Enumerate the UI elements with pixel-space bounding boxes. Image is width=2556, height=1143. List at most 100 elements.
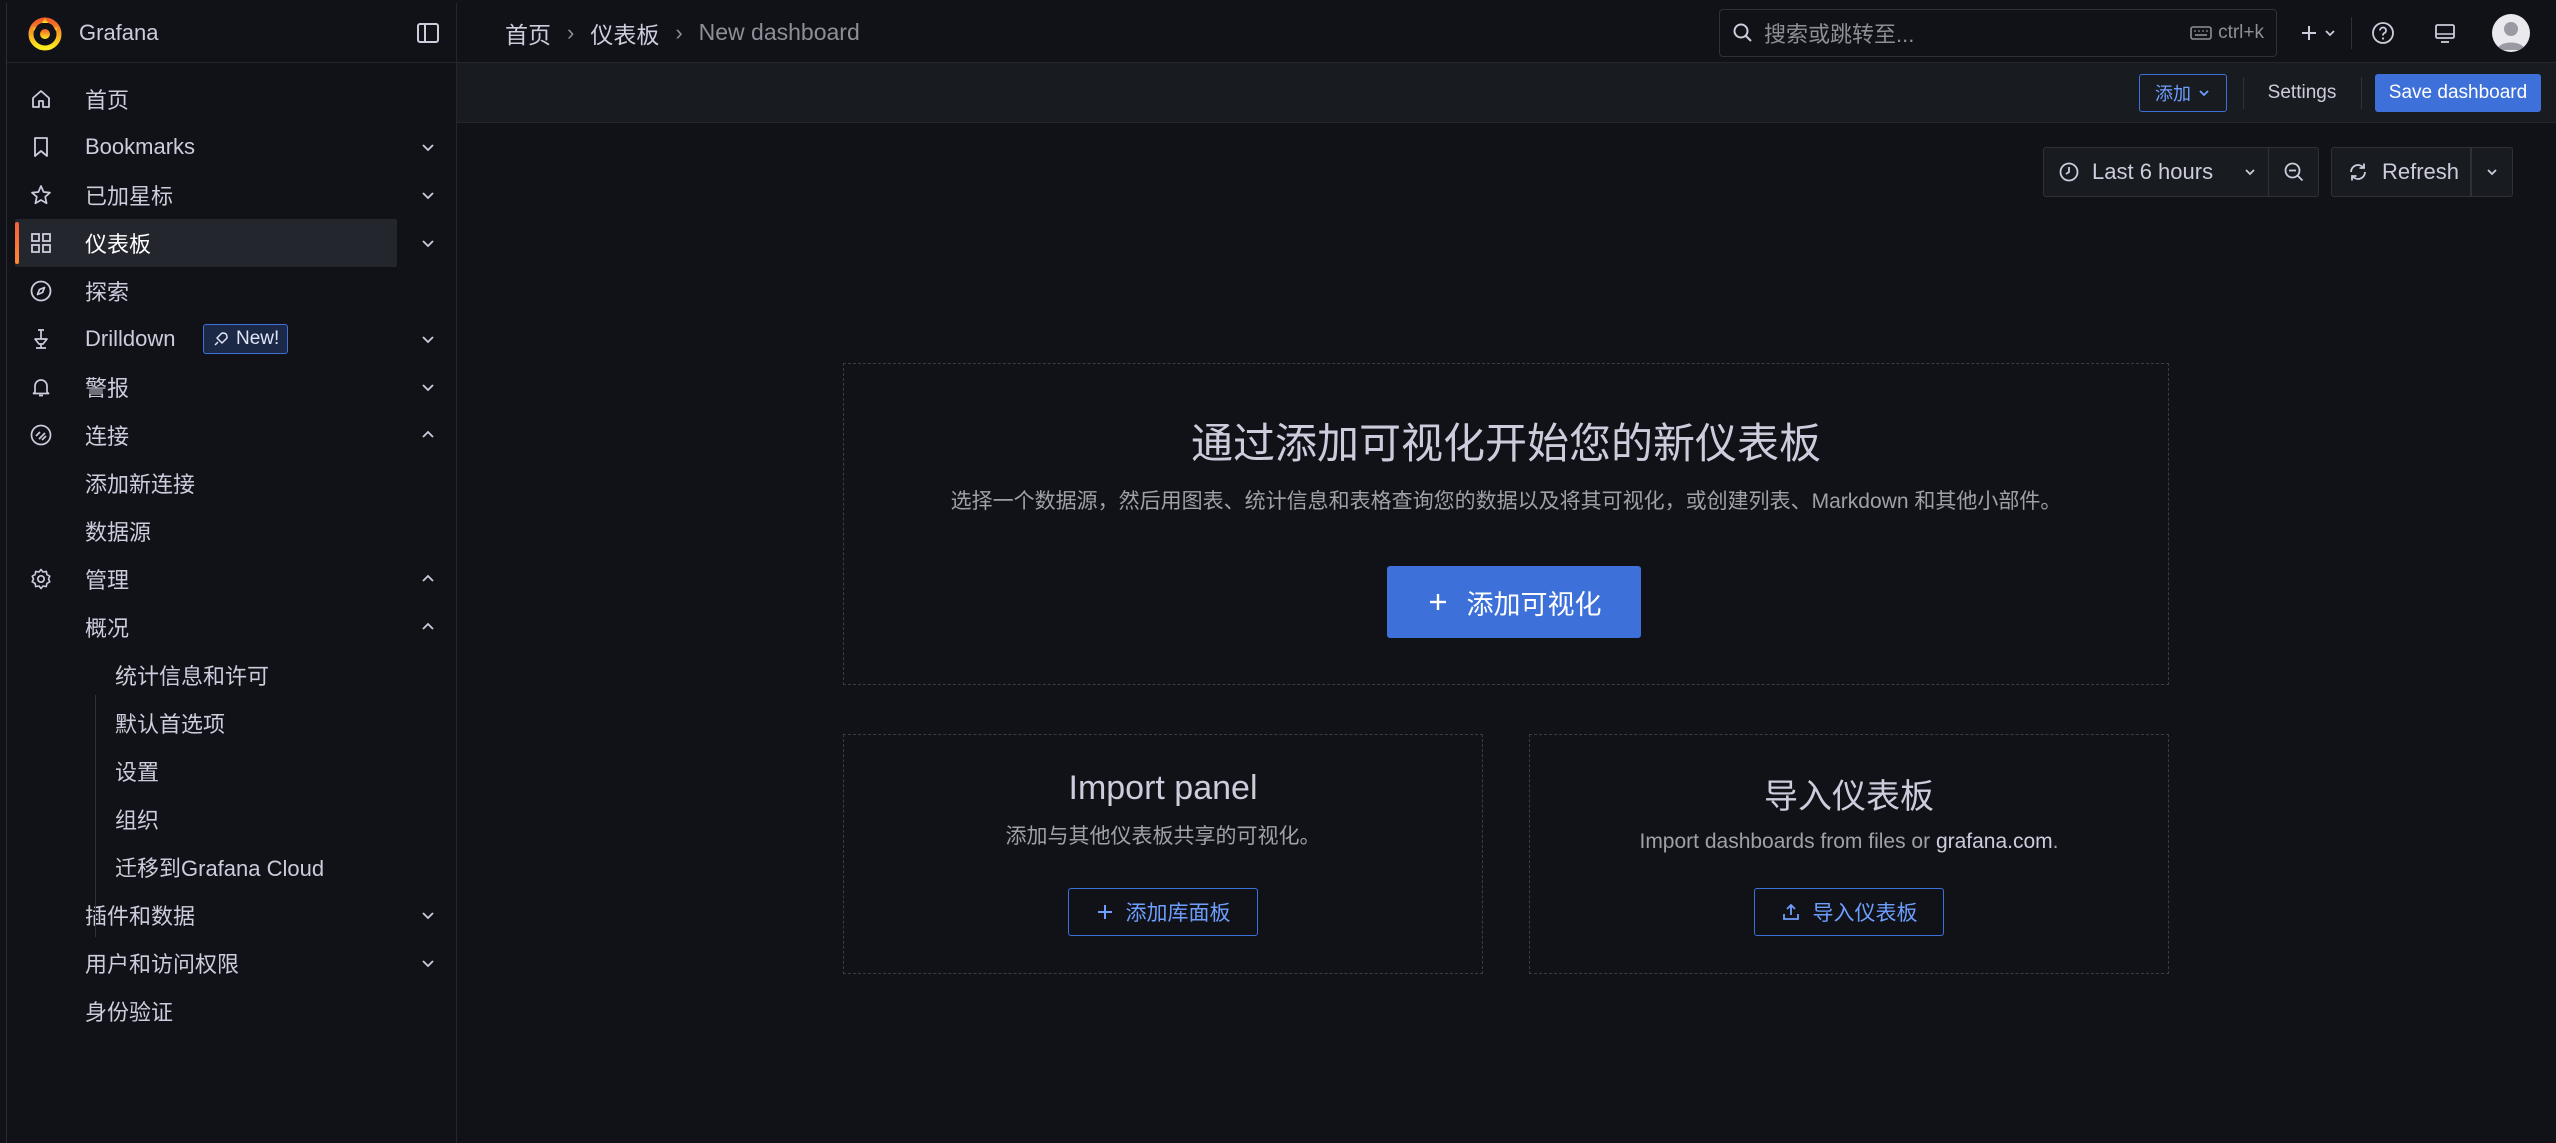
gear-icon xyxy=(31,568,51,590)
breadcrumb-home[interactable]: 首页 xyxy=(505,16,551,50)
sidebar-item-administration[interactable]: 管理 xyxy=(7,555,456,603)
sidebar-item-home[interactable]: 首页 xyxy=(7,75,456,123)
import-panel-description: 添加与其他仪表板共享的可视化。 xyxy=(1005,825,1321,848)
search-input[interactable]: 搜索或跳转至... ctrl+k xyxy=(1719,9,2277,57)
sidebar-item-organizations[interactable]: 组织 xyxy=(7,795,456,843)
sidebar-item-add-new-connection[interactable]: 添加新连接 xyxy=(7,459,456,507)
sidebar-item-default-preferences[interactable]: 默认首选项 xyxy=(7,699,456,747)
add-visualization-button[interactable]: 添加可视化 xyxy=(1387,566,1641,638)
chevron-down-icon xyxy=(2487,169,2497,176)
top-bar: Grafana 首页 › 仪表板 › New dashboard 搜索或跳转至.… xyxy=(7,2,2556,63)
grafana-logo-icon[interactable] xyxy=(27,15,63,51)
breadcrumb-separator: › xyxy=(567,19,575,45)
breadcrumb-dashboards[interactable]: 仪表板 xyxy=(590,16,659,50)
sidebar-item-migrate-to-cloud[interactable]: 迁移到Grafana Cloud xyxy=(7,843,456,891)
breadcrumb-current: New dashboard xyxy=(698,19,860,45)
brand-name: Grafana xyxy=(79,19,159,45)
time-range-picker[interactable]: Last 6 hours xyxy=(2043,147,2269,197)
sidebar-item-stats-and-license[interactable]: 统计信息和许可 xyxy=(7,651,456,699)
add-library-panel-button[interactable]: 添加库面板 xyxy=(1068,888,1258,936)
dock-menu-icon[interactable] xyxy=(414,19,442,47)
chevron-down-icon[interactable] xyxy=(418,233,438,253)
sidebar-item-authentication[interactable]: 身份验证 xyxy=(7,987,456,1035)
search-placeholder: 搜索或跳转至... xyxy=(1764,22,1915,47)
refresh-button[interactable]: Refresh xyxy=(2331,147,2471,197)
import-dashboard-button[interactable]: 导入仪表板 xyxy=(1754,888,1944,936)
sidebar-item-label: 数据源 xyxy=(85,520,152,545)
compass-icon xyxy=(30,280,52,302)
import-dashboard-description: Import dashboards from files or grafana.… xyxy=(1530,830,2168,854)
home-icon xyxy=(32,90,50,108)
badge-label: New! xyxy=(236,328,280,349)
sidebar: 首页 Bookmarks 已加星标 仪表板 探索 Drilldown New! … xyxy=(7,63,457,1143)
add-button[interactable]: 添加 xyxy=(2139,74,2227,112)
sidebar-item-label: 仪表板 xyxy=(85,232,152,257)
sidebar-item-label: 组织 xyxy=(115,808,160,833)
sidebar-item-label: 警报 xyxy=(85,376,130,401)
bookmark-icon xyxy=(34,137,48,157)
settings-button[interactable]: Settings xyxy=(2257,74,2347,112)
kiosk-button[interactable] xyxy=(2430,21,2460,45)
sidebar-item-label: 用户和访问权限 xyxy=(85,952,240,977)
sidebar-item-settings[interactable]: 设置 xyxy=(7,747,456,795)
zoom-out-button[interactable] xyxy=(2269,147,2319,197)
search-icon xyxy=(1733,23,1752,42)
sidebar-item-label: 默认首选项 xyxy=(115,712,226,737)
chevron-down-icon[interactable] xyxy=(418,953,438,973)
sidebar-item-connections[interactable]: 连接 xyxy=(7,411,456,459)
chevron-down-icon[interactable] xyxy=(418,905,438,925)
sidebar-item-plugins-and-data[interactable]: 插件和数据 xyxy=(7,891,456,939)
plus-icon xyxy=(1097,905,1112,919)
import-dashboard-title: 导入仪表板 xyxy=(1764,778,1934,816)
help-button[interactable] xyxy=(2368,21,2398,45)
connections-icon xyxy=(30,424,52,446)
plus-icon xyxy=(1429,594,1446,610)
save-dashboard-button[interactable]: Save dashboard xyxy=(2375,74,2541,112)
chevron-down-icon[interactable] xyxy=(418,185,438,205)
empty-state-title: 通过添加可视化开始您的新仪表板 xyxy=(1190,420,1821,467)
shortcut-label: ctrl+k xyxy=(2218,22,2264,43)
bell-icon xyxy=(32,379,50,397)
chevron-up-icon[interactable] xyxy=(418,617,438,637)
chevron-down-icon[interactable] xyxy=(418,137,438,157)
grafana-com-link[interactable]: grafana.com xyxy=(1936,830,2053,853)
refresh-interval-dropdown[interactable] xyxy=(2471,147,2513,197)
sidebar-item-label: 概况 xyxy=(85,616,130,641)
time-range-label: Last 6 hours xyxy=(2092,159,2214,184)
help-icon xyxy=(2372,22,2394,44)
import-panel-card: Import panel 添加与其他仪表板共享的可视化。 添加库面板 xyxy=(843,734,1483,974)
refresh-label: Refresh xyxy=(2382,159,2460,184)
user-avatar[interactable] xyxy=(2492,14,2530,52)
sidebar-item-data-sources[interactable]: 数据源 xyxy=(7,507,456,555)
sidebar-item-label: 已加星标 xyxy=(85,184,174,209)
sidebar-item-label: 统计信息和许可 xyxy=(115,664,270,689)
active-highlight xyxy=(15,219,397,267)
sidebar-item-dashboards[interactable]: 仪表板 xyxy=(7,219,456,267)
import-dashboard-label: 导入仪表板 xyxy=(1812,902,1918,925)
sidebar-item-overview[interactable]: 概况 xyxy=(7,603,456,651)
sidebar-item-label: Drilldown xyxy=(85,326,176,351)
sidebar-item-explore[interactable]: 探索 xyxy=(7,267,456,315)
divider xyxy=(2243,77,2244,109)
chevron-up-icon[interactable] xyxy=(418,425,438,445)
chevron-down-icon xyxy=(2199,90,2209,97)
new-badge: New! xyxy=(203,324,289,354)
sidebar-item-drilldown[interactable]: Drilldown New! xyxy=(7,315,456,363)
chevron-down-icon xyxy=(2245,169,2255,176)
sidebar-item-bookmarks[interactable]: Bookmarks xyxy=(7,123,456,171)
add-library-panel-label: 添加库面板 xyxy=(1125,902,1231,925)
upload-icon xyxy=(1782,903,1799,920)
new-menu-button[interactable] xyxy=(2293,23,2343,43)
brand: Grafana xyxy=(7,2,457,63)
sidebar-item-label: 探索 xyxy=(85,280,130,305)
chevron-up-icon[interactable] xyxy=(418,569,438,589)
chevron-down-icon[interactable] xyxy=(418,329,438,349)
sidebar-item-starred[interactable]: 已加星标 xyxy=(7,171,456,219)
sidebar-item-alerting[interactable]: 警报 xyxy=(7,363,456,411)
breadcrumb-separator: › xyxy=(675,19,683,45)
clock-icon xyxy=(2059,162,2079,182)
drilldown-icon xyxy=(34,329,48,349)
chevron-down-icon[interactable] xyxy=(418,377,438,397)
top-actions xyxy=(2293,3,2530,63)
sidebar-item-users-and-access[interactable]: 用户和访问权限 xyxy=(7,939,456,987)
